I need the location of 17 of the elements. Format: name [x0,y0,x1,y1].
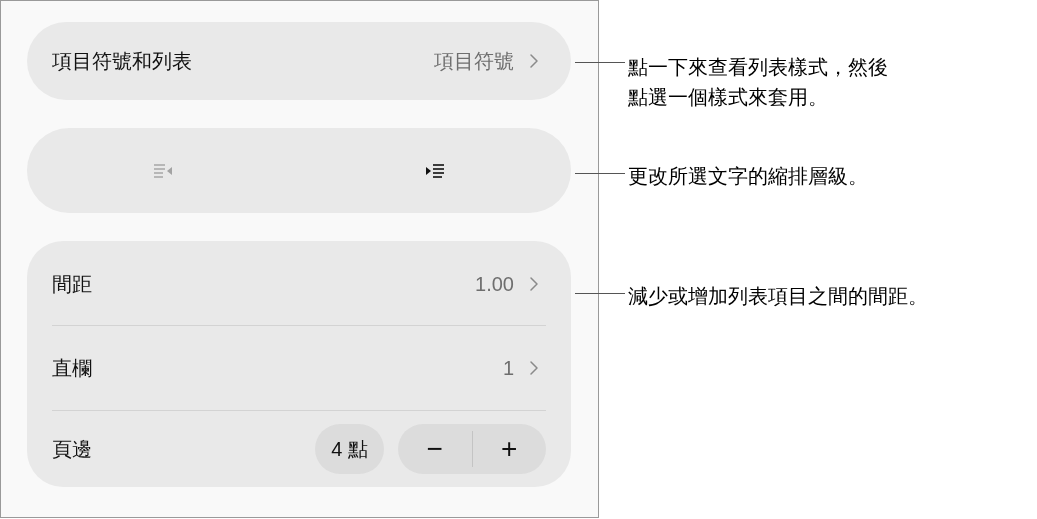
row-label: 直欄 [52,355,92,381]
leader-line [575,293,625,294]
callout-text: 更改所選文字的縮排層級。 [628,164,869,189]
callout-text: 點一下來查看列表樣式，然後點選一個樣式來套用。 [628,55,889,110]
leader-line [575,62,625,63]
increment-button[interactable]: + [472,423,546,474]
row-label: 頁邊 [52,436,92,462]
leader-line [575,173,625,174]
row-label: 項目符號和列表 [52,49,192,74]
list-style-row[interactable]: 項目符號和列表 項目符號 [27,22,571,100]
decrement-button[interactable]: − [398,423,472,474]
callout-text: 減少或增加列表項目之間的間距。 [628,284,929,309]
row-value: 項目符號 [434,49,514,74]
value-field[interactable]: 4 點 [315,423,384,474]
row-label: 間距 [52,272,92,298]
row-value: 1.00 [475,272,514,298]
row-value: 1 [502,355,514,381]
